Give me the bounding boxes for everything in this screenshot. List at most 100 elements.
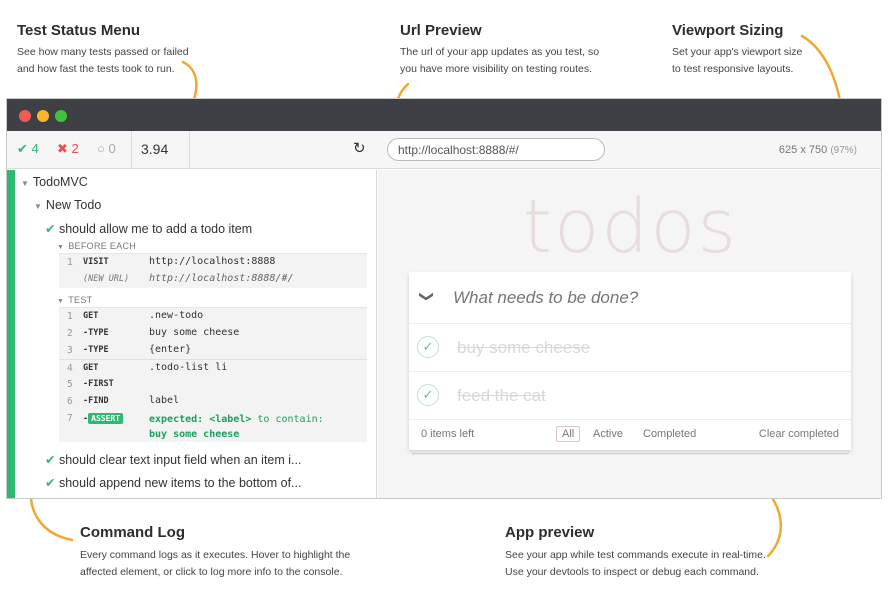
command-arg: http://localhost:8888/#/ [149,273,294,284]
test-title: should append new items to the bottom of… [58,476,302,490]
runnable-status-bar [7,170,15,498]
items-left-count: 0 items left [421,428,475,440]
command-name: - ASSERT [83,413,124,424]
command-arg: .todo-list li [149,362,228,373]
url-preview-input[interactable]: http://localhost:8888/#/ [387,138,605,161]
command-arg: buy some cheese [149,327,240,338]
pending-count: 0 [108,141,116,156]
caret-down-icon: ▼ [34,202,42,211]
filter-all-link[interactable]: All [556,426,581,442]
command-name: (NEW URL) [83,274,130,284]
caret-down-icon: ▼ [57,298,65,305]
test-commands: 1 GET .new-todo 2 -TYPE buy some cheese … [59,307,367,442]
reload-icon[interactable]: ↻ [353,139,366,157]
passed-stat[interactable]: ✔ 4 [17,141,39,157]
assert-expected: expected: [149,414,204,425]
command-row[interactable]: 1 VISIT http://localhost:8888 [59,254,367,271]
check-icon: ✔ [17,141,28,156]
command-number: 1 [67,311,73,322]
reporter-toolbar: ✔ 4 ✖ 2 ○ 0 3.94 ↻ http://localhost:8888… [7,131,881,169]
command-row[interactable]: 3 -TYPE {enter} [59,342,367,359]
command-number: 7 [67,413,73,424]
command-number: 2 [67,328,73,339]
test-title: should allow me to add a todo item [58,222,253,236]
assert-tag: <label> [209,414,252,425]
command-arg: .new-todo [149,310,204,321]
command-number: 6 [67,396,73,407]
command-name: -FIRST [83,379,114,389]
command-arg: {enter} [149,344,192,355]
duration: 3.94 [141,141,169,157]
check-icon: ✔ [45,222,56,236]
todo-label: buy some cheese [457,338,591,357]
assert-badge: ASSERT [88,413,124,424]
close-window-button[interactable] [19,110,31,122]
toolbar-divider [189,131,190,169]
check-icon: ✔ [45,476,56,490]
command-number: 4 [67,363,73,374]
cross-icon: ✖ [57,141,68,156]
todo-app: ❯ ✓ buy some cheese ✓ feed the cat 0 ite… [409,272,851,450]
command-row[interactable]: 5 -FIRST [59,376,367,393]
title-bar [7,99,881,131]
clear-completed-button[interactable]: Clear completed [759,428,839,440]
cypress-window: ✔ 4 ✖ 2 ○ 0 3.94 ↻ http://localhost:8888… [6,98,882,499]
command-arg: expected: <label> to contain: buy some c… [149,412,324,442]
pending-stat[interactable]: ○ 0 [97,141,116,156]
new-todo-input[interactable] [453,284,833,312]
command-number: 3 [67,345,73,356]
before-each-commands: 1 VISIT http://localhost:8888 (NEW URL) … [59,253,367,288]
command-row[interactable]: 2 -TYPE buy some cheese [59,325,367,342]
suite-todomvc[interactable]: ▼ TodoMVC [21,175,88,189]
toolbar-divider [131,131,132,169]
completed-toggle-icon[interactable]: ✓ [417,384,439,406]
command-name: -TYPE [83,328,109,338]
minimize-window-button[interactable] [37,110,49,122]
viewport-dimensions: 625 x 750 [778,144,828,156]
caret-down-icon: ▼ [57,244,65,251]
hook-label: BEFORE EACH [68,241,137,251]
passed-count: 4 [31,141,39,156]
command-number: 5 [67,379,73,390]
failed-stat[interactable]: ✖ 2 [57,141,79,157]
command-name: -FIND [83,396,109,406]
completed-toggle-icon[interactable]: ✓ [417,336,439,358]
todo-item[interactable]: ✓ buy some cheese [409,324,851,372]
maximize-window-button[interactable] [55,110,67,122]
test-title: should clear text input field when an it… [58,453,302,467]
command-row[interactable]: (NEW URL) http://localhost:8888/#/ [59,271,367,288]
viewport-size[interactable]: 625 x 750 (97%) [779,144,857,156]
command-log: ▼ TodoMVC ▼ New Todo ✔ should allow me to … [7,170,377,498]
toggle-all-icon[interactable]: ❯ [418,291,435,303]
suite-title: New Todo [45,198,102,212]
suite-new-todo[interactable]: ▼ New Todo [34,198,101,212]
viewport-scale: (97%) [830,145,857,156]
command-name: GET [83,311,99,321]
new-todo-row: ❯ [409,272,851,324]
command-number: 1 [67,257,73,268]
failed-count: 2 [71,141,79,156]
filter-active-link[interactable]: Active [593,428,623,440]
hook-test[interactable]: ▼ TEST [57,295,92,305]
test-clear-input[interactable]: ✔ should clear text input field when an … [45,452,301,467]
todo-item[interactable]: ✓ feed the cat [409,372,851,420]
assert-value: buy some cheese [149,429,240,440]
check-icon: ✔ [45,453,56,467]
command-row[interactable]: 6 -FIND label [59,393,367,410]
hook-label: TEST [68,295,93,305]
filter-completed-link[interactable]: Completed [643,428,696,440]
test-add-todo[interactable]: ✔ should allow me to add a todo item [45,221,252,236]
caret-down-icon: ▼ [21,179,29,188]
command-arg: http://localhost:8888 [149,256,276,267]
todo-label: feed the cat [457,386,546,405]
pending-icon: ○ [97,141,105,156]
command-name: VISIT [83,257,109,267]
hook-before-each[interactable]: ▼ BEFORE EACH [57,241,136,251]
suite-title: TodoMVC [32,175,88,189]
command-row[interactable]: 1 GET .new-todo [59,308,367,325]
command-row[interactable]: 4 GET .todo-list li [59,359,367,376]
todos-heading: todos [522,184,739,270]
command-name: GET [83,363,99,373]
test-append-items[interactable]: ✔ should append new items to the bottom … [45,475,301,490]
command-row-assert[interactable]: 7 - ASSERT expected: <label> to contain: … [59,410,367,442]
